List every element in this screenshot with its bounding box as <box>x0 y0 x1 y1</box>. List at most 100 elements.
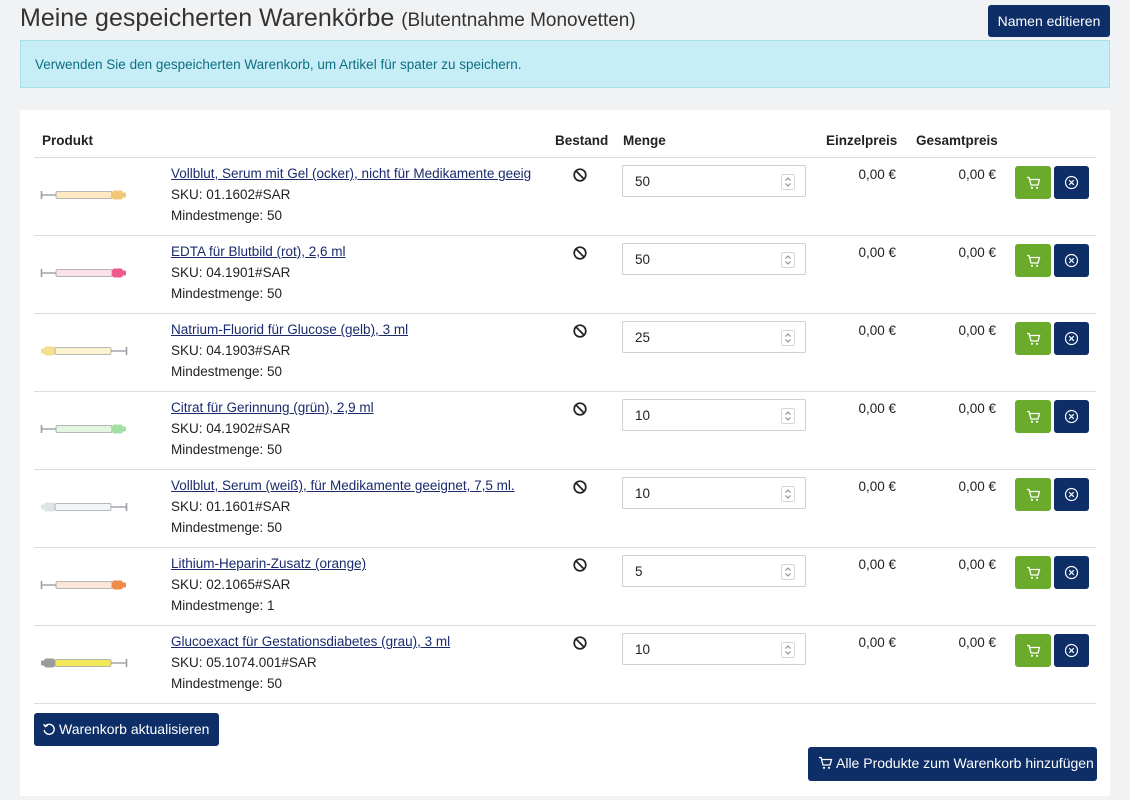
cart-icon <box>818 756 833 773</box>
remove-item-button[interactable] <box>1054 166 1089 199</box>
quantity-stepper[interactable] <box>781 486 795 502</box>
quantity-input[interactable] <box>623 244 797 274</box>
total-price: 0,00 € <box>958 557 996 572</box>
product-sku: SKU: 04.1902#SAR <box>171 421 291 436</box>
column-header-stock: Bestand <box>555 133 609 148</box>
table-row: Natrium-Fluorid für Glucose (gelb), 3 ml… <box>34 314 1096 392</box>
product-thumbnail <box>40 420 128 438</box>
quantity-input[interactable] <box>623 634 797 664</box>
quantity-stepper[interactable] <box>781 408 795 424</box>
product-name-link[interactable]: Lithium-Heparin-Zusatz (orange) <box>171 556 366 571</box>
remove-item-button[interactable] <box>1054 478 1089 511</box>
remove-circle-icon <box>1054 331 1089 346</box>
quantity-stepper[interactable] <box>781 330 795 346</box>
product-name-link[interactable]: Natrium-Fluorid für Glucose (gelb), 3 ml <box>171 322 408 337</box>
cart-icon <box>1015 566 1051 580</box>
product-min-quantity: Mindestmenge: 50 <box>171 286 283 301</box>
remove-item-button[interactable] <box>1054 556 1089 589</box>
cart-icon <box>1015 410 1051 424</box>
product-name-link[interactable]: Vollblut, Serum (weiß), für Medikamente … <box>171 478 515 493</box>
not-available-icon <box>572 479 588 495</box>
quantity-input[interactable] <box>623 556 797 586</box>
add-all-to-cart-label: Alle Produkte zum Warenkorb hinzufügen <box>836 755 1094 771</box>
quantity-field <box>622 555 806 587</box>
add-to-cart-button[interactable] <box>1015 634 1051 667</box>
quantity-input[interactable] <box>623 400 797 430</box>
product-table-body: Vollblut, Serum mit Gel (ocker), nicht f… <box>34 157 1096 704</box>
unit-price: 0,00 € <box>858 323 896 338</box>
cart-icon <box>1015 644 1051 658</box>
table-row: Vollblut, Serum mit Gel (ocker), nicht f… <box>34 158 1096 236</box>
product-thumbnail <box>40 654 128 672</box>
not-available-icon <box>572 245 588 261</box>
add-to-cart-button[interactable] <box>1015 166 1051 199</box>
table-row: EDTA für Blutbild (rot), 2,6 ml SKU: 04.… <box>34 236 1096 314</box>
total-price: 0,00 € <box>958 167 996 182</box>
add-to-cart-button[interactable] <box>1015 556 1051 589</box>
update-cart-label: Warenkorb aktualisieren <box>59 720 210 737</box>
edit-name-button[interactable]: Namen editieren <box>988 5 1110 37</box>
product-min-quantity: Mindestmenge: 50 <box>171 208 283 223</box>
product-sku: SKU: 01.1601#SAR <box>171 499 291 514</box>
quantity-field <box>622 399 806 431</box>
remove-item-button[interactable] <box>1054 634 1089 667</box>
remove-circle-icon <box>1054 643 1089 658</box>
quantity-input[interactable] <box>623 478 797 508</box>
remove-item-button[interactable] <box>1054 400 1089 433</box>
cart-icon <box>1015 254 1051 268</box>
table-row: Lithium-Heparin-Zusatz (orange) SKU: 02.… <box>34 548 1096 626</box>
product-name-link[interactable]: Vollblut, Serum mit Gel (ocker), nicht f… <box>171 166 531 181</box>
quantity-stepper[interactable] <box>781 564 795 580</box>
add-to-cart-button[interactable] <box>1015 244 1051 277</box>
table-row: Glucoexact für Gestationsdiabetes (grau)… <box>34 626 1096 704</box>
product-sku: SKU: 04.1903#SAR <box>171 343 291 358</box>
unit-price: 0,00 € <box>858 401 896 416</box>
remove-circle-icon <box>1054 565 1089 580</box>
add-to-cart-button[interactable] <box>1015 478 1051 511</box>
quantity-stepper[interactable] <box>781 174 795 190</box>
add-to-cart-button[interactable] <box>1015 400 1051 433</box>
quantity-stepper[interactable] <box>781 642 795 658</box>
product-thumbnail <box>40 576 128 594</box>
remove-circle-icon <box>1054 409 1089 424</box>
remove-circle-icon <box>1054 175 1089 190</box>
cart-icon <box>1015 488 1051 502</box>
info-alert-text: Verwenden Sie den gespeicherten Warenkor… <box>35 57 522 72</box>
product-name-link[interactable]: Citrat für Gerinnung (grün), 2,9 ml <box>171 400 374 415</box>
quantity-field <box>622 165 806 197</box>
page-title: Meine gespeicherten Warenkörbe (Blutentn… <box>20 4 636 33</box>
remove-item-button[interactable] <box>1054 322 1089 355</box>
not-available-icon <box>572 323 588 339</box>
product-min-quantity: Mindestmenge: 50 <box>171 676 283 691</box>
not-available-icon <box>572 557 588 573</box>
column-header-unit-price: Einzelpreis <box>826 133 898 148</box>
update-cart-button[interactable]: Warenkorb aktualisieren <box>34 713 219 746</box>
unit-price: 0,00 € <box>858 479 896 494</box>
quantity-input[interactable] <box>623 166 797 196</box>
not-available-icon <box>572 635 588 651</box>
info-alert: Verwenden Sie den gespeicherten Warenkor… <box>20 40 1110 88</box>
product-thumbnail <box>40 342 128 360</box>
unit-price: 0,00 € <box>858 245 896 260</box>
refresh-icon <box>42 722 56 739</box>
unit-price: 0,00 € <box>858 635 896 650</box>
product-min-quantity: Mindestmenge: 50 <box>171 442 283 457</box>
product-name-link[interactable]: EDTA für Blutbild (rot), 2,6 ml <box>171 244 346 259</box>
quantity-stepper[interactable] <box>781 252 795 268</box>
page-subtitle: (Blutentnahme Monovetten) <box>401 10 636 31</box>
product-sku: SKU: 05.1074.001#SAR <box>171 655 317 670</box>
remove-item-button[interactable] <box>1054 244 1089 277</box>
quantity-field <box>622 477 806 509</box>
quantity-input[interactable] <box>623 322 797 352</box>
column-header-product: Produkt <box>42 133 94 148</box>
add-all-to-cart-button[interactable]: Alle Produkte zum Warenkorb hinzufügen <box>808 747 1097 781</box>
not-available-icon <box>572 401 588 417</box>
add-to-cart-button[interactable] <box>1015 322 1051 355</box>
page-title-text: Meine gespeicherten Warenkörbe <box>20 4 395 32</box>
saved-cart-card: Produkt Bestand Menge Einzelpreis Gesamt… <box>20 110 1110 796</box>
table-row: Vollblut, Serum (weiß), für Medikamente … <box>34 470 1096 548</box>
unit-price: 0,00 € <box>858 557 896 572</box>
unit-price: 0,00 € <box>858 167 896 182</box>
total-price: 0,00 € <box>958 245 996 260</box>
product-name-link[interactable]: Glucoexact für Gestationsdiabetes (grau)… <box>171 634 450 649</box>
